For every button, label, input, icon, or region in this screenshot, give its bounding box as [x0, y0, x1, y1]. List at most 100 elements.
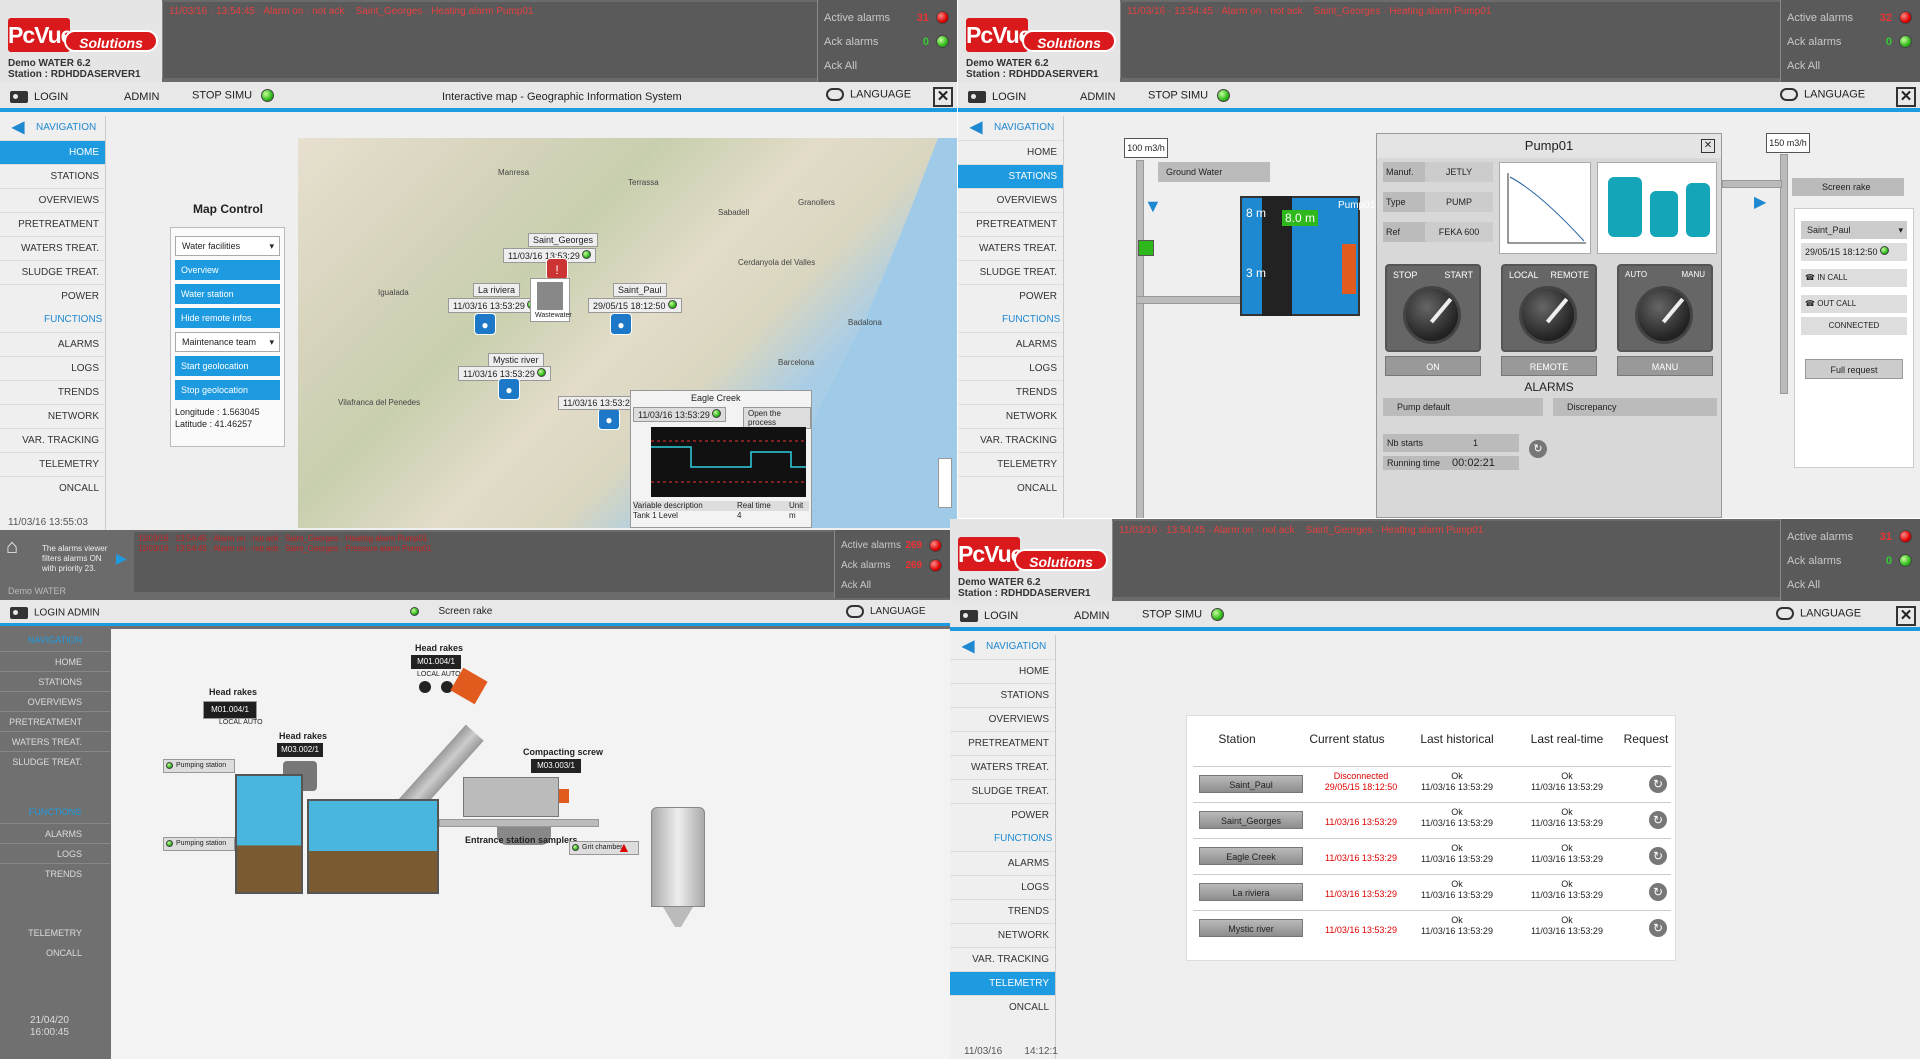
- sidebar-item-waters-treat[interactable]: WATERS TREAT.: [958, 236, 1063, 260]
- sidebar-item-stations[interactable]: STATIONS: [0, 164, 105, 188]
- sidebar-item-oncall[interactable]: ONCALL: [950, 995, 1055, 1019]
- language-button[interactable]: LANGUAGE: [1776, 607, 1861, 620]
- on-button[interactable]: ON: [1385, 356, 1481, 376]
- sidebar-item-pretreatment[interactable]: PRETREATMENT: [0, 212, 105, 236]
- pumping-station-1[interactable]: Pumping station: [163, 759, 235, 773]
- sidebar-item-home[interactable]: HOME: [0, 140, 105, 164]
- nav-section-navigation[interactable]: ◀ NAVIGATION: [0, 116, 105, 140]
- station-label-la-riviera[interactable]: La riviera: [473, 283, 521, 297]
- alarm-list[interactable]: 11/03/16 · 13:54:45 · Alarm on · not ack…: [1112, 521, 1780, 597]
- ack-all-button[interactable]: Ack All: [824, 54, 951, 78]
- stop-simu-button[interactable]: STOP SIMU: [1148, 89, 1231, 102]
- sidebar-item-home[interactable]: HOME: [958, 140, 1063, 164]
- sidebar-item-home[interactable]: HOME: [950, 659, 1055, 683]
- sidebar-item-var-tracking[interactable]: VAR. TRACKING: [950, 947, 1055, 971]
- request-refresh-icon[interactable]: ↻: [1649, 811, 1667, 829]
- sidebar-item-alarms[interactable]: ALARMS: [0, 332, 105, 356]
- sidebar-item-alarms[interactable]: ALARMS: [950, 851, 1055, 875]
- water-drop-marker-icon[interactable]: ●: [498, 378, 520, 400]
- water-drop-marker-icon[interactable]: ●: [598, 408, 620, 430]
- wastewater-marker[interactable]: Wastewater: [530, 278, 572, 322]
- sidebar-item-logs[interactable]: LOGS: [0, 843, 110, 863]
- station-button[interactable]: La riviera: [1199, 883, 1303, 901]
- reset-icon[interactable]: ↻: [1529, 440, 1547, 458]
- sidebar-item-alarms[interactable]: ALARMS: [958, 332, 1063, 356]
- active-alarms-row[interactable]: Active alarms 31: [1787, 525, 1914, 549]
- sidebar-item-trends[interactable]: TRENDS: [950, 899, 1055, 923]
- sidebar-item-stations[interactable]: STATIONS: [950, 683, 1055, 707]
- selector-knob-icon[interactable]: [1403, 286, 1461, 344]
- ack-alarms-row[interactable]: Ack alarms 0: [1787, 549, 1914, 573]
- request-refresh-icon[interactable]: ↻: [1649, 775, 1667, 793]
- back-arrow-icon[interactable]: ◀: [962, 639, 980, 655]
- login-button[interactable]: LOGIN ADMIN: [10, 607, 100, 619]
- sidebar-item-network[interactable]: NETWORK: [0, 404, 105, 428]
- alarm-list[interactable]: 11/03/16 · 13:54:45 · Alarm on · not ack…: [134, 532, 834, 592]
- sidebar-item-overviews[interactable]: OVERVIEWS: [958, 188, 1063, 212]
- alarm-row[interactable]: 11/03/16 · 13:54:45 · Alarm on · not ack…: [1127, 6, 1774, 18]
- zoom-control[interactable]: [938, 458, 952, 508]
- sidebar-item-trends[interactable]: TRENDS: [0, 380, 105, 404]
- language-button[interactable]: LANGUAGE: [826, 88, 911, 101]
- location-pin-icon[interactable]: [419, 681, 431, 693]
- language-button[interactable]: LANGUAGE: [846, 605, 926, 618]
- sidebar-item-sludge-treat[interactable]: SLUDGE TREAT.: [950, 779, 1055, 803]
- sidebar-item-stations[interactable]: STATIONS: [0, 671, 110, 691]
- sidebar-item-logs[interactable]: LOGS: [958, 356, 1063, 380]
- alarm-marker-icon[interactable]: !: [546, 258, 568, 280]
- sidebar-item-telemetry[interactable]: TELEMETRY: [0, 923, 110, 943]
- sidebar-item-pretreatment[interactable]: PRETREATMENT: [958, 212, 1063, 236]
- language-button[interactable]: LANGUAGE: [1780, 88, 1865, 101]
- home-icon[interactable]: ⌂: [6, 536, 18, 559]
- gis-map[interactable]: Terrassa Sabadell Granollers Cerdanyola …: [298, 138, 957, 528]
- sidebar-item-var-tracking[interactable]: VAR. TRACKING: [0, 428, 105, 452]
- start-geolocation-button[interactable]: Start geolocation: [175, 356, 280, 376]
- in-call-row[interactable]: ☎ IN CALL: [1801, 269, 1907, 287]
- sidebar-item-pretreatment[interactable]: PRETREATMENT: [950, 731, 1055, 755]
- active-alarms-row[interactable]: Active alarms 31: [824, 6, 951, 30]
- alarm-row[interactable]: 11/03/16 · 13:54:45 · Alarm on · not ack…: [1119, 525, 1774, 537]
- sidebar-item-power[interactable]: POWER: [950, 803, 1055, 827]
- station-button[interactable]: Eagle Creek: [1199, 847, 1303, 865]
- sidebar-item-oncall[interactable]: ONCALL: [958, 476, 1063, 500]
- alarm-row[interactable]: 11/03/16 · 13:54:45 · Alarm on · not ack…: [169, 6, 811, 18]
- full-request-button[interactable]: Full request: [1805, 359, 1903, 379]
- sidebar-item-sludge-treat[interactable]: SLUDGE TREAT.: [958, 260, 1063, 284]
- sidebar-item-sludge-treat[interactable]: SLUDGE TREAT.: [0, 260, 105, 284]
- ack-alarms-row[interactable]: Ack alarms 269: [841, 556, 944, 576]
- valve-icon[interactable]: [1138, 240, 1154, 256]
- warning-icon[interactable]: ▲: [617, 839, 631, 855]
- remote-button[interactable]: REMOTE: [1501, 356, 1597, 376]
- nav-section-navigation[interactable]: ◀ NAVIGATION: [950, 635, 1055, 659]
- active-alarms-row[interactable]: Active alarms 32: [1787, 6, 1914, 30]
- station-label-saint-georges[interactable]: Saint_Georges: [528, 233, 599, 247]
- station-label-mystic[interactable]: Mystic river: [488, 353, 544, 367]
- active-alarms-row[interactable]: Active alarms 269: [841, 536, 944, 556]
- sidebar-item-power[interactable]: POWER: [958, 284, 1063, 308]
- sidebar-item-telemetry[interactable]: TELEMETRY: [950, 971, 1055, 995]
- close-button[interactable]: ✕: [1896, 606, 1916, 626]
- sidebar-item-trends[interactable]: TRENDS: [958, 380, 1063, 404]
- request-refresh-icon[interactable]: ↻: [1649, 883, 1667, 901]
- sidebar-item-trends[interactable]: TRENDS: [0, 863, 110, 883]
- alarm-list[interactable]: 11/03/16 · 13:54:45 · Alarm on · not ack…: [1120, 2, 1780, 78]
- hide-remote-infos-button[interactable]: Hide remote infos: [175, 308, 280, 328]
- alarm-row[interactable]: 11/03/16 · 13:54:45 · Alarm on · not ack…: [138, 534, 830, 544]
- sidebar-item-telemetry[interactable]: TELEMETRY: [0, 452, 105, 476]
- sidebar-item-pretreatment[interactable]: PRETREATMENT: [0, 711, 110, 731]
- open-process-button[interactable]: Open the process: [743, 407, 811, 429]
- sidebar-item-home[interactable]: HOME: [0, 651, 110, 671]
- station-button[interactable]: Mystic river: [1199, 919, 1303, 937]
- sidebar-item-oncall[interactable]: ONCALL: [0, 476, 105, 500]
- water-drop-marker-icon[interactable]: ●: [610, 313, 632, 335]
- sidebar-item-waters-treat[interactable]: WATERS TREAT.: [0, 731, 110, 751]
- overview-button[interactable]: Overview: [175, 260, 280, 280]
- station-select[interactable]: Saint_Paul ▾: [1801, 221, 1907, 239]
- sidebar-item-overviews[interactable]: OVERVIEWS: [950, 707, 1055, 731]
- station-button[interactable]: Saint_Paul: [1199, 775, 1303, 793]
- water-station-button[interactable]: Water station: [175, 284, 280, 304]
- close-button[interactable]: ✕: [933, 87, 953, 107]
- station-button[interactable]: Saint_Georges: [1199, 811, 1303, 829]
- stop-simu-button[interactable]: STOP SIMU: [192, 89, 275, 102]
- sidebar-item-var-tracking[interactable]: VAR. TRACKING: [958, 428, 1063, 452]
